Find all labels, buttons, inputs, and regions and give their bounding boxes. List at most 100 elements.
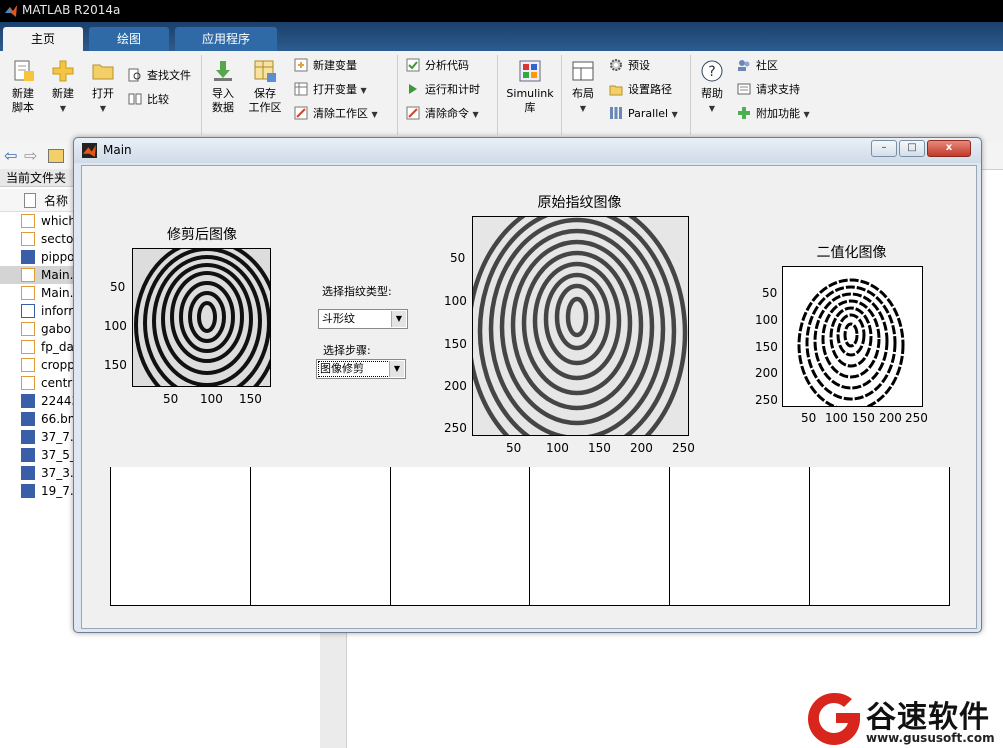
thumbnail-axes <box>670 467 811 605</box>
file-name: 19_7. <box>41 484 74 498</box>
open-variable-button[interactable]: 打开变量 ▼ <box>294 81 367 99</box>
m-file-icon <box>21 214 35 228</box>
run-and-time-button[interactable]: 运行和计时 <box>406 81 480 99</box>
maximize-button[interactable]: □ <box>899 140 925 157</box>
new-script-label: 新建 脚本 <box>12 87 34 114</box>
help-button[interactable]: ? 帮助 ▼ <box>695 59 729 116</box>
original-image-title: 原始指纹图像 <box>537 195 622 211</box>
file-name: 37_7. <box>41 430 74 444</box>
clear-workspace-label: 清除工作区 <box>313 107 368 120</box>
y-tick-label: 150 <box>444 337 467 351</box>
help-icon: ? <box>701 60 723 82</box>
ribbon-separator <box>690 55 691 135</box>
m-file-icon <box>21 340 35 354</box>
add-ons-button[interactable]: 附加功能 ▼ <box>737 105 810 123</box>
find-files-label: 查找文件 <box>147 69 191 82</box>
run-and-time-label: 运行和计时 <box>425 83 480 96</box>
cropped-fingerprint-image <box>132 248 271 387</box>
x-tick-label: 50 <box>801 411 817 425</box>
m-file-icon <box>21 232 35 246</box>
x-tick-label: 150 <box>588 441 611 455</box>
open-button[interactable]: 打开 ▼ <box>86 59 120 116</box>
compare-icon <box>128 93 142 105</box>
new-script-icon <box>14 60 34 81</box>
x-tick-label: 100 <box>200 392 223 406</box>
watermark-brand: 谷速软件 <box>866 700 990 735</box>
back-arrow-icon[interactable]: ⇦ <box>4 146 17 165</box>
file-name: pippo <box>41 250 75 264</box>
step-value: 图像修剪 <box>320 362 364 375</box>
minimize-button[interactable]: – <box>871 140 897 157</box>
y-tick-label: 150 <box>104 358 127 372</box>
binary-image-title: 二值化图像 <box>816 245 887 261</box>
chevron-down-icon: ▼ <box>708 104 716 113</box>
parallel-button[interactable]: Parallel ▼ <box>609 105 678 123</box>
chevron-down-icon: ▼ <box>389 361 404 377</box>
compare-label: 比较 <box>147 93 169 106</box>
simulink-library-label: Simulink 库 <box>506 87 554 114</box>
request-support-button[interactable]: 请求支持 <box>737 81 800 99</box>
clear-workspace-button[interactable]: 清除工作区 ▼ <box>294 105 378 123</box>
step-select[interactable]: 图像修剪 ▼ <box>316 359 406 379</box>
tab-home[interactable]: 主页 <box>3 27 83 51</box>
m-file-icon <box>21 322 35 336</box>
open-variable-label: 打开变量 <box>313 83 357 96</box>
file-name: 37_3. <box>41 466 74 480</box>
analyze-code-button[interactable]: 分析代码 <box>406 57 469 75</box>
chevron-down-icon: ▼ <box>472 110 479 119</box>
bmp-file-icon <box>21 250 35 264</box>
request-support-icon <box>737 83 751 95</box>
open-variable-icon <box>294 82 308 96</box>
tab-apps[interactable]: 应用程序 <box>175 27 277 51</box>
fingerprint-type-label: 选择指纹类型: <box>322 285 392 298</box>
x-tick-label: 250 <box>672 441 695 455</box>
fingerprint-type-select[interactable]: 斗形纹 ▼ <box>318 309 408 329</box>
figure-window: Main – □ x 修剪后图像 50 100 150 50 100 150 选… <box>73 137 982 633</box>
compare-button[interactable]: 比较 <box>128 91 169 109</box>
y-tick-label: 100 <box>104 319 127 333</box>
gear-icon <box>610 59 622 71</box>
set-path-button[interactable]: 设置路径 <box>609 81 672 99</box>
save-workspace-button[interactable]: 保存 工作区 <box>246 59 284 115</box>
save-workspace-icon <box>254 60 276 82</box>
community-button[interactable]: 社区 <box>737 57 778 75</box>
new-variable-button[interactable]: 新建变量 <box>294 57 357 75</box>
step-label: 选择步骤: <box>323 344 371 357</box>
matlab-logo-icon <box>82 143 97 158</box>
folder-up-icon[interactable] <box>48 149 64 163</box>
x-tick-label: 150 <box>239 392 262 406</box>
simulink-icon <box>519 60 541 82</box>
new-button[interactable]: 新建 ▼ <box>46 59 80 116</box>
x-tick-label: 100 <box>546 441 569 455</box>
forward-arrow-icon[interactable]: ⇨ <box>24 146 37 165</box>
bmp-file-icon <box>21 430 35 444</box>
chevron-down-icon: ▼ <box>99 104 107 113</box>
folder-icon <box>92 64 114 80</box>
community-label: 社区 <box>756 59 778 72</box>
simulink-library-button[interactable]: Simulink 库 <box>505 59 555 115</box>
add-ons-icon <box>738 107 750 119</box>
set-path-label: 设置路径 <box>628 83 672 96</box>
parallel-icon <box>610 107 622 119</box>
close-button[interactable]: x <box>927 140 971 157</box>
file-name: secto <box>41 232 74 246</box>
ribbon-separator <box>561 55 562 135</box>
x-tick-label: 200 <box>630 441 653 455</box>
tab-plots[interactable]: 绘图 <box>89 27 169 51</box>
layout-button[interactable]: 布局 ▼ <box>566 59 600 116</box>
new-script-button[interactable]: 新建 脚本 <box>6 59 40 115</box>
name-column-header[interactable]: 名称 <box>44 192 68 209</box>
find-files-button[interactable]: 查找文件 <box>128 67 191 85</box>
thumbnail-strip <box>110 467 950 606</box>
chevron-down-icon: ▼ <box>803 110 810 119</box>
clear-commands-button[interactable]: 清除命令 ▼ <box>406 105 479 123</box>
preferences-button[interactable]: 预设 <box>609 57 650 75</box>
open-label: 打开 <box>92 87 114 100</box>
y-tick-label: 50 <box>450 251 466 265</box>
window-title-bar[interactable]: Main – □ x <box>74 138 981 163</box>
import-data-button[interactable]: 导入 数据 <box>206 59 240 115</box>
bmp-file-icon <box>21 394 35 408</box>
figure-canvas: 修剪后图像 50 100 150 50 100 150 选择指纹类型: 斗形纹 … <box>81 165 977 629</box>
analyze-code-label: 分析代码 <box>425 59 469 72</box>
m-file-icon <box>21 268 35 282</box>
